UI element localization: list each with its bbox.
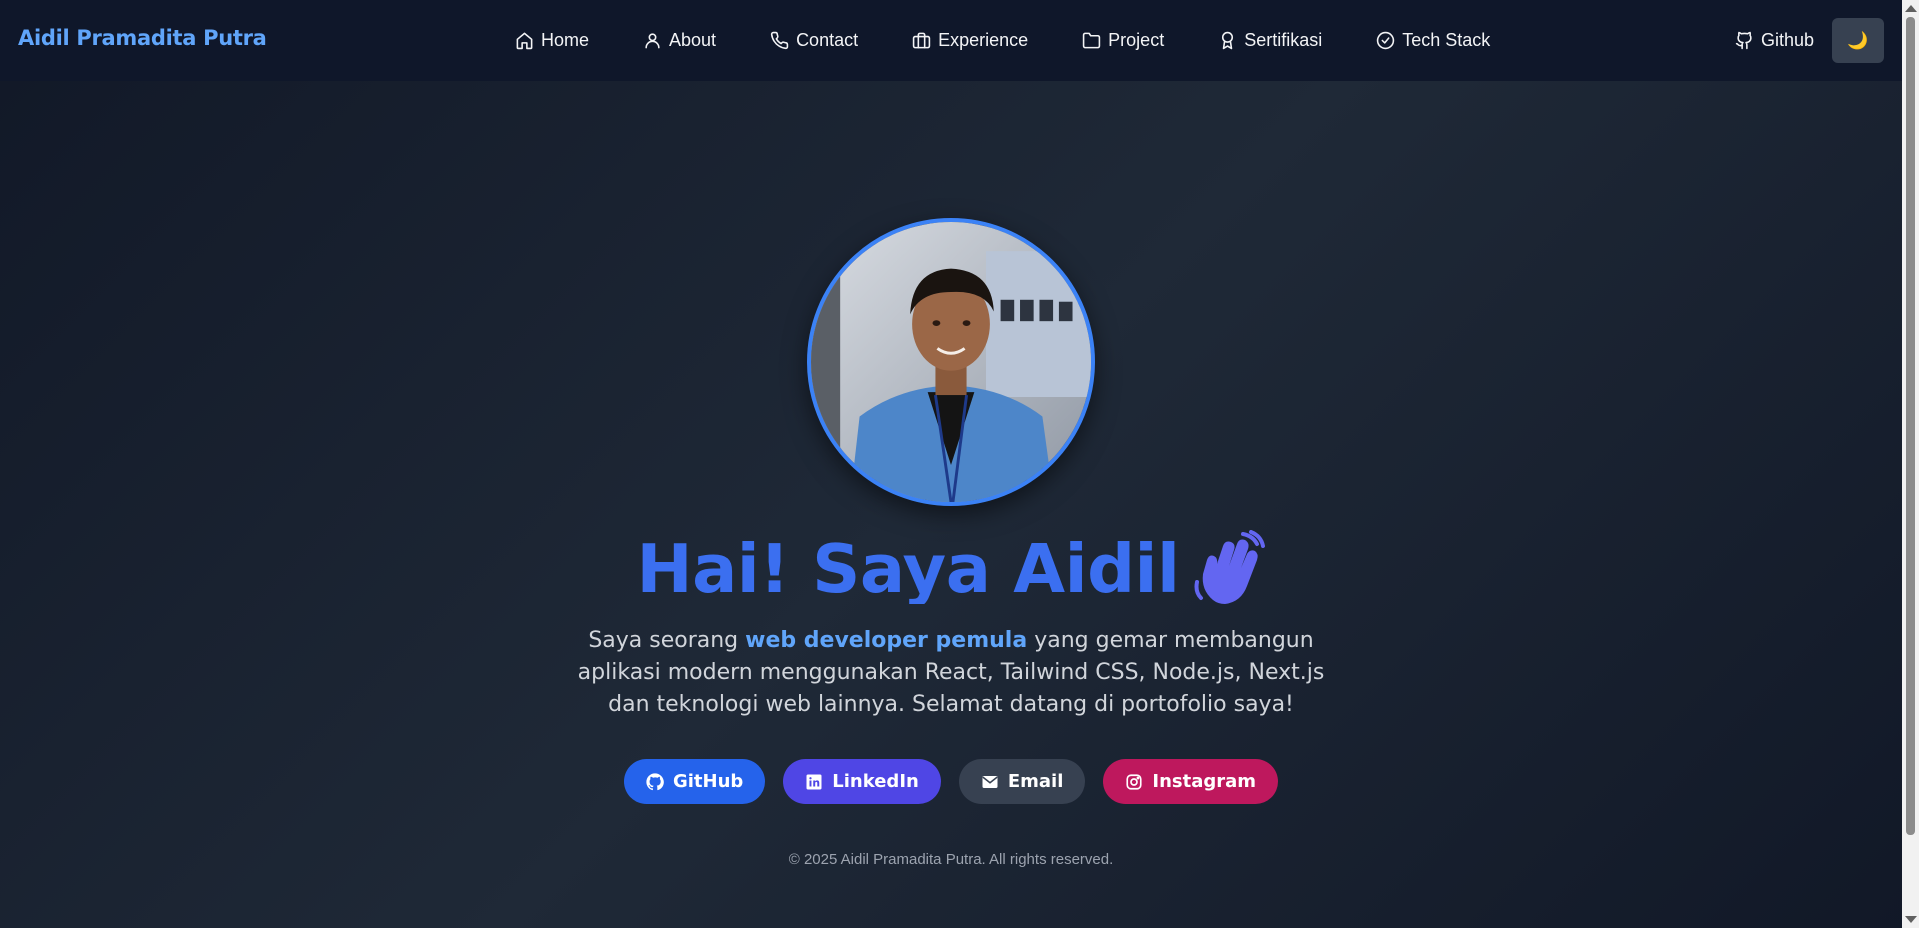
linkedin-button-label: LinkedIn: [832, 771, 919, 792]
social-links: GitHub LinkedIn Email Instagram: [0, 759, 1902, 804]
scroll-down-arrow[interactable]: [1905, 916, 1917, 923]
linkedin-icon: [806, 774, 822, 789]
nav-item-label: Contact: [796, 30, 859, 50]
mail-icon: [982, 775, 998, 788]
nav-item-label: Tech Stack: [1402, 30, 1491, 50]
nav-item-contact[interactable]: Contact: [770, 30, 858, 51]
theme-toggle-button[interactable]: 🌙: [1832, 18, 1884, 63]
github-link-label: Github: [1760, 30, 1814, 50]
instagram-icon: [1126, 773, 1142, 790]
brand-logo[interactable]: Aidil Pramadita Putra: [18, 26, 267, 50]
desc-highlight: web developer pemula: [745, 628, 1028, 653]
footer-copyright: © 2025 Aidil Pramadita Putra. All rights…: [788, 851, 1114, 868]
nav-item-sertifikasi[interactable]: Sertifikasi: [1218, 30, 1322, 51]
github-icon: [646, 772, 664, 790]
nav-right: Github 🌙: [1735, 18, 1884, 63]
phone-icon: [770, 31, 789, 50]
scroll-thumb[interactable]: [1906, 17, 1915, 835]
desc-pre: Saya seorang: [588, 628, 746, 653]
nav-item-label: Experience: [938, 30, 1029, 50]
user-icon: [645, 33, 660, 49]
nav-item-label: About: [669, 30, 717, 50]
profile-avatar: [807, 218, 1095, 506]
nav-item-label: Project: [1108, 30, 1165, 50]
email-button[interactable]: Email: [958, 759, 1086, 804]
github-icon: [1735, 31, 1752, 50]
github-button[interactable]: GitHub: [623, 759, 766, 804]
nav-links: Home About Contact Experience Project Se…: [515, 0, 1544, 81]
nav-item-home[interactable]: Home: [515, 30, 589, 51]
hero-title: Hai! Saya Aidil: [0, 530, 1902, 604]
moon-icon: 🌙: [1847, 30, 1869, 50]
page-scrollbar[interactable]: [1902, 0, 1919, 928]
linkedin-button[interactable]: LinkedIn: [783, 759, 941, 804]
github-link[interactable]: Github: [1735, 30, 1814, 51]
email-button-label: Email: [1007, 771, 1064, 792]
hero-description: Saya seorang web developer pemula yang g…: [560, 625, 1342, 721]
nav-item-tech-stack[interactable]: Tech Stack: [1376, 30, 1490, 51]
home-icon: [516, 32, 533, 50]
waving-hand-icon: [1193, 530, 1266, 604]
scroll-up-arrow[interactable]: [1905, 5, 1917, 12]
instagram-button-label: Instagram: [1152, 771, 1257, 792]
nav-item-label: Sertifikasi: [1244, 30, 1323, 50]
nav-item-project[interactable]: Project: [1082, 30, 1164, 51]
navbar: Aidil Pramadita Putra Home About Contact…: [0, 0, 1902, 81]
nav-item-experience[interactable]: Experience: [912, 30, 1028, 51]
instagram-button[interactable]: Instagram: [1103, 759, 1279, 804]
briefcase-icon: [912, 32, 931, 49]
nav-item-about[interactable]: About: [643, 30, 716, 51]
hero-title-text: Hai! Saya Aidil: [636, 530, 1180, 604]
award-icon: [1222, 31, 1234, 50]
check-circle-icon: [1377, 31, 1395, 50]
nav-item-label: Home: [541, 30, 590, 50]
folder-icon: [1082, 32, 1101, 49]
github-button-label: GitHub: [672, 771, 744, 792]
